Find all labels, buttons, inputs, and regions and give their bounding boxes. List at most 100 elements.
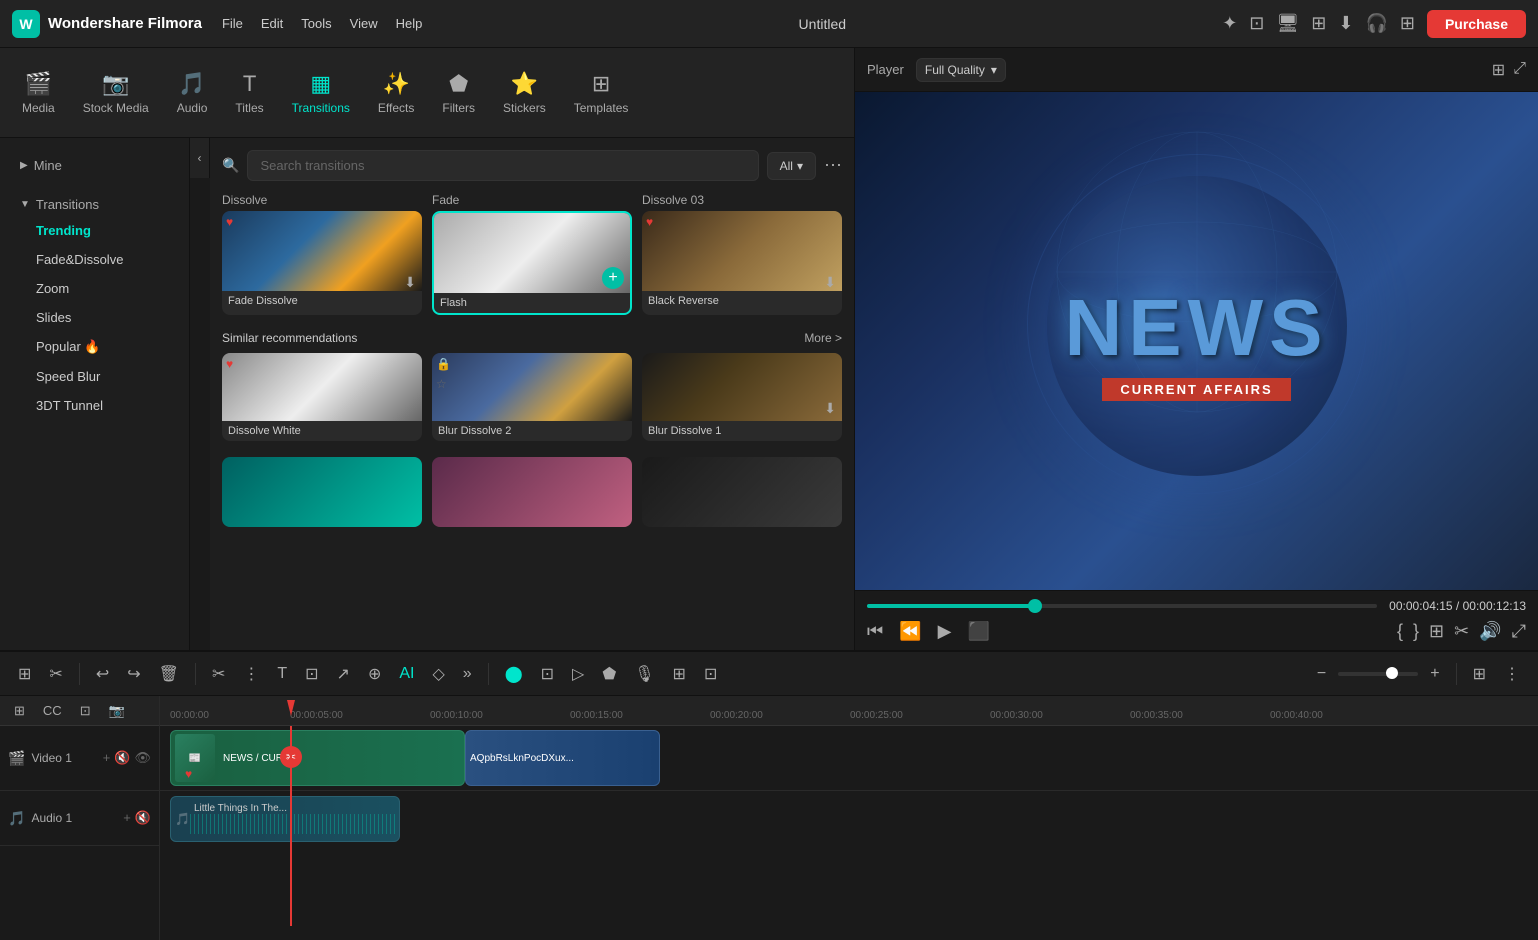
add-track-icon[interactable]: + [103, 750, 111, 766]
sidebar-header-mine[interactable]: ▶ Mine [12, 154, 177, 177]
track-color-button[interactable]: ⬤ [499, 660, 529, 688]
dl3-icon[interactable]: ⬇ [824, 400, 836, 417]
tab-audio[interactable]: 🎵 Audio [163, 61, 222, 125]
sidebar-item-3d-tunnel[interactable]: 3DT Tunnel [12, 391, 177, 420]
split-button[interactable]: ✂ [1454, 621, 1469, 642]
zoom-in-button[interactable]: + [1424, 661, 1445, 687]
tab-stickers[interactable]: ⭐ Stickers [489, 61, 560, 125]
nav-tools[interactable]: Tools [301, 16, 331, 31]
extra-card-1[interactable] [222, 457, 422, 527]
scene-button[interactable]: ⊞ [1429, 621, 1444, 642]
track-effect-button[interactable]: ▷ [566, 660, 590, 688]
headphone-icon[interactable]: 🎧 [1365, 13, 1387, 34]
track-tts-button[interactable]: ⊞ [667, 660, 692, 688]
mark-out-button[interactable]: } [1413, 621, 1419, 642]
split2-button[interactable]: ✂ [206, 660, 231, 688]
delete-button[interactable]: 🗑 [153, 660, 185, 688]
sparkle-icon[interactable]: ✦ [1222, 13, 1237, 34]
ai-button[interactable]: AI [393, 661, 420, 687]
text-button[interactable]: T [271, 661, 293, 687]
clip-audio[interactable]: 🎵 Little Things In The... [170, 796, 400, 842]
sidebar-item-speed-blur[interactable]: Speed Blur [12, 362, 177, 391]
composite-button[interactable]: ⊕ [362, 660, 387, 688]
expand-icon[interactable]: ⤢ [1513, 60, 1526, 80]
track-motion-button[interactable]: ⊡ [535, 660, 560, 688]
lock-track-icon[interactable]: 🔇 [114, 750, 130, 766]
motion-button[interactable]: ↗ [331, 660, 356, 688]
download2-icon[interactable]: ⬇ [824, 274, 836, 291]
zoom-out-button[interactable]: − [1311, 661, 1332, 687]
redo-button[interactable]: ↪ [121, 660, 146, 688]
settings-button[interactable]: ⋮ [1498, 660, 1526, 688]
fullscreen-button[interactable]: ⤢ [1512, 621, 1526, 642]
rewind-button[interactable]: ⏮ [867, 621, 883, 642]
layout-button[interactable]: ⊞ [1467, 660, 1492, 688]
sidebar-collapse-button[interactable]: ‹ [190, 138, 210, 178]
purchase-button[interactable]: Purchase [1427, 10, 1526, 38]
transition-card-flash[interactable]: + Flash [432, 211, 632, 315]
mute-audio-icon[interactable]: 🔇 [135, 810, 151, 826]
more-options-button[interactable]: ⋯ [824, 155, 842, 176]
progress-thumb[interactable] [1028, 599, 1042, 613]
clip-stock[interactable]: AQpbRsLknPocDXux... [465, 730, 660, 786]
transition-card-black-reverse[interactable]: ♥ ⬇ Black Reverse [642, 211, 842, 315]
more-link[interactable]: More > [804, 331, 842, 345]
undo-button[interactable]: ↩ [90, 660, 115, 688]
extra-card-3[interactable] [642, 457, 842, 527]
tab-effects[interactable]: ✨ Effects [364, 61, 428, 125]
keyframe-button[interactable]: ◇ [426, 660, 450, 688]
pip-button[interactable]: ⊡ [74, 699, 97, 723]
track-audio-button[interactable]: 🎙 [628, 660, 660, 688]
sidebar-item-popular[interactable]: Popular 🔥 [12, 332, 177, 362]
crop-button[interactable]: ⊡ [299, 660, 324, 688]
eye-track-icon[interactable]: 👁 [134, 750, 151, 766]
clip-news[interactable]: 📰 NEWS / CURR... ♥ [170, 730, 465, 786]
sidebar-item-slides[interactable]: Slides [12, 303, 177, 332]
monitor-icon[interactable]: 🖥 [1276, 13, 1299, 34]
tab-titles[interactable]: T Titles [221, 61, 277, 125]
sidebar-item-fade-dissolve[interactable]: Fade&Dissolve [12, 245, 177, 274]
trim-button[interactable]: ✂ [43, 660, 68, 688]
nav-file[interactable]: File [222, 16, 243, 31]
quality-select[interactable]: Full Quality ▾ [916, 58, 1006, 82]
play-button[interactable]: ▶ [938, 621, 952, 642]
search-input[interactable] [247, 150, 758, 181]
zoom-slider[interactable] [1338, 672, 1418, 676]
extra-card-2[interactable] [432, 457, 632, 527]
auto-ripple-button[interactable]: ⋮ [237, 660, 265, 688]
similar-card-blur-dissolve2[interactable]: 🔒 ☆ Blur Dissolve 2 [432, 353, 632, 441]
grid2-icon[interactable]: ⊞ [1492, 60, 1505, 80]
track-mask-button[interactable]: ⬟ [596, 660, 622, 688]
add-video-track-button[interactable]: ⊞ [8, 699, 31, 723]
grid-icon[interactable]: ⊞ [1311, 13, 1326, 34]
tab-media[interactable]: 🎬 Media [8, 61, 69, 125]
scene-detect-button[interactable]: ⊞ [12, 660, 37, 688]
tab-stock-media[interactable]: 📷 Stock Media [69, 61, 163, 125]
frame-back-button[interactable]: ⏪ [899, 621, 921, 642]
volume-button[interactable]: 🔊 [1479, 621, 1501, 642]
add-icon[interactable]: + [602, 267, 624, 289]
more-tl-button[interactable]: » [457, 661, 478, 687]
nav-edit[interactable]: Edit [261, 16, 283, 31]
tab-templates[interactable]: ⊞ Templates [560, 61, 643, 125]
sidebar-header-transitions[interactable]: ▼ Transitions [12, 193, 177, 216]
subtitle-button[interactable]: CC [37, 699, 68, 722]
nav-help[interactable]: Help [396, 16, 423, 31]
similar-card-blur-dissolve1[interactable]: ⬇ Blur Dissolve 1 [642, 353, 842, 441]
nav-view[interactable]: View [350, 16, 378, 31]
mark-in-button[interactable]: { [1397, 621, 1403, 642]
stop-button[interactable]: ⬛ [967, 621, 989, 642]
camera-button[interactable]: 📷 [103, 699, 131, 723]
add-audio-icon[interactable]: + [123, 810, 131, 826]
track-sub-button[interactable]: ⊡ [698, 660, 723, 688]
sidebar-item-trending[interactable]: Trending [12, 216, 177, 245]
download-icon[interactable]: ⬇ [404, 274, 416, 291]
filter-button[interactable]: All ▾ [767, 152, 816, 180]
sidebar-item-zoom[interactable]: Zoom [12, 274, 177, 303]
similar-card-dissolve-white[interactable]: ♥ Dissolve White [222, 353, 422, 441]
apps-icon[interactable]: ⊞ [1400, 13, 1415, 34]
cc-icon[interactable]: ⊡ [1249, 13, 1264, 34]
download-icon[interactable]: ⬇ [1338, 13, 1353, 34]
tab-transitions[interactable]: ▦ Transitions [278, 61, 364, 125]
transition-card-dissolve[interactable]: ♥ ⬇ Fade Dissolve [222, 211, 422, 315]
